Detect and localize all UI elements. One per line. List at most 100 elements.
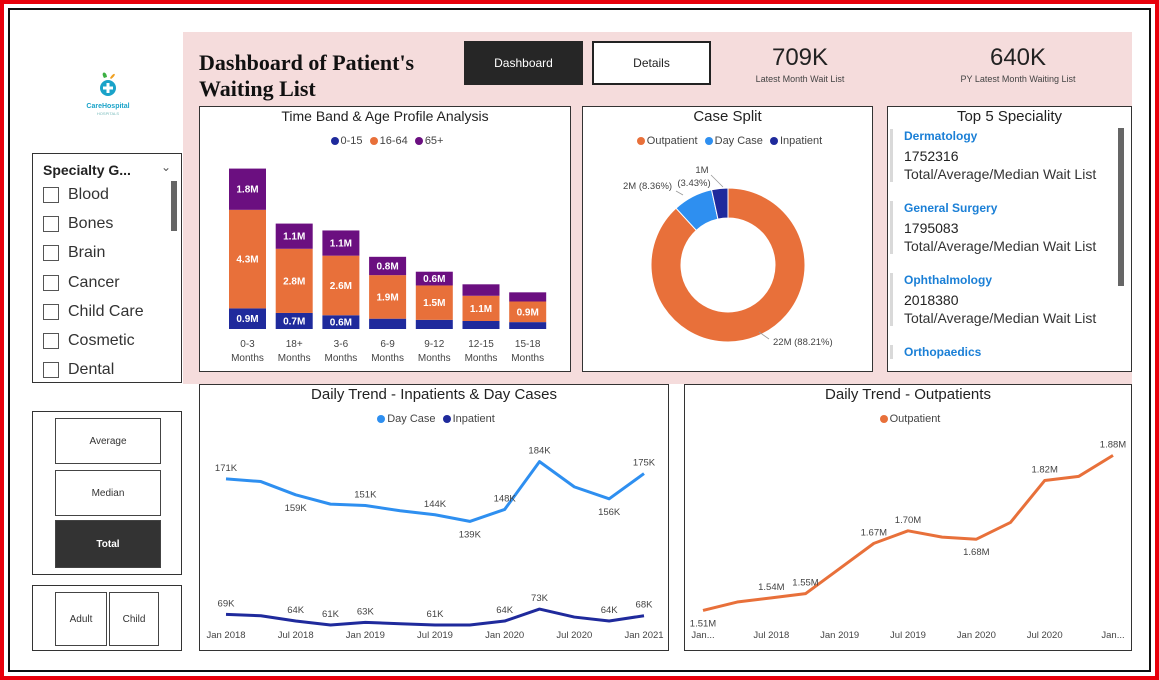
x-tick-label: Jul 2018 — [278, 630, 314, 641]
leader-line — [675, 190, 684, 196]
x-tick-label: 3-6 — [334, 339, 349, 350]
checkbox-icon[interactable] — [43, 216, 59, 232]
specialty-value: 1752316 — [904, 148, 959, 164]
x-tick-label: Months — [511, 353, 544, 364]
bar-data-label: 4.3M — [236, 255, 258, 266]
child-button[interactable]: Child — [109, 592, 159, 646]
point-data-label: 1.68M — [963, 547, 989, 558]
x-tick-label: Months — [278, 353, 311, 364]
slicer-item-label: Brain — [68, 244, 106, 261]
checkbox-icon[interactable] — [43, 187, 59, 203]
slicer-title: Specialty G... — [43, 162, 131, 178]
top5-list[interactable]: Dermatology 1752316 Total/Average/Median… — [888, 127, 1113, 367]
slicer-item-bones[interactable]: Bones — [43, 213, 113, 235]
point-data-label: 61K — [322, 609, 340, 620]
slicer-item-brain[interactable]: Brain — [43, 242, 105, 264]
average-button[interactable]: Average — [55, 418, 161, 464]
top5-scrollbar[interactable] — [1118, 128, 1124, 286]
point-data-label: 171K — [215, 463, 238, 474]
point-data-label: 1.88M — [1100, 439, 1126, 450]
point-data-label: 61K — [427, 609, 445, 620]
bar-segment[interactable] — [462, 320, 500, 329]
details-nav-button[interactable]: Details — [592, 41, 711, 85]
slicer-item-label: Cancer — [68, 274, 120, 291]
slicer-item-cosmetic[interactable]: Cosmetic — [43, 330, 135, 352]
bar-segment[interactable] — [369, 318, 407, 329]
x-tick-label: Jul 2019 — [417, 630, 453, 641]
daily-trend-ip-line-chart: 171K 159K 151K 144K 139K 148K 184K 156K 175K 69K 6… — [206, 446, 663, 641]
checkbox-icon[interactable] — [43, 245, 59, 261]
bar-data-label: 2.6M — [330, 281, 352, 292]
point-data-label: 63K — [357, 606, 375, 617]
bar-data-label: 1.1M — [470, 304, 492, 315]
point-data-label: 144K — [424, 499, 447, 510]
point-data-label: 1.51M — [690, 618, 716, 629]
checkbox-icon[interactable] — [43, 333, 59, 349]
chart-title: Top 5 Speciality — [956, 108, 1063, 125]
x-tick-label: Months — [325, 353, 358, 364]
specialty-name: Orthopaedics — [904, 345, 982, 359]
leader-line — [710, 174, 724, 188]
x-tick-label: Jul 2020 — [556, 630, 592, 641]
point-data-label: 175K — [633, 458, 656, 469]
bar-data-label: 0.6M — [330, 318, 352, 329]
bar-data-label: 0.8M — [376, 261, 398, 272]
daily-trend-op-line-chart: 1.51M 1.54M 1.55M 1.67M 1.70M 1.68M 1.82M 1.88M… — [690, 439, 1126, 641]
total-button[interactable]: Total — [55, 520, 161, 568]
slicer-item-label: Bones — [68, 215, 114, 232]
bar-segment[interactable] — [415, 319, 453, 329]
checkbox-icon[interactable] — [43, 304, 59, 320]
point-data-label: 156K — [598, 507, 621, 518]
slice-data-label: 2M (8.36%) — [623, 181, 672, 192]
bar-segment[interactable] — [509, 322, 547, 329]
list-item[interactable]: Ophthalmology 2018380 Total/Average/Medi… — [890, 273, 1110, 326]
slicer-item-cancer[interactable]: Cancer — [43, 272, 120, 294]
x-tick-label: 0-3 — [240, 339, 255, 350]
specialty-value: 2018380 — [904, 292, 959, 308]
specialty-label: Total/Average/Median Wait List — [904, 310, 1097, 326]
point-data-label: 68K — [636, 600, 654, 611]
point-data-label: 139K — [459, 529, 482, 540]
case-split-donut-chart: 22M (88.21%) 2M (8.36%) 1M (3.43%) — [623, 165, 833, 348]
kpi-latest-month: 709K Latest Month Wait List — [730, 44, 870, 84]
x-tick-label: Jan... — [1101, 630, 1124, 641]
bar-data-label: 0.7M — [283, 316, 305, 327]
time-band-panel: Time Band & Age Profile Analysis 0-15 16… — [199, 106, 571, 372]
slicer-item-child-care[interactable]: Child Care — [43, 301, 144, 323]
top5-panel: Top 5 Speciality Dermatology 1752316 Tot… — [887, 106, 1132, 372]
page-title: Dashboard of Patient's Waiting List — [199, 50, 415, 101]
point-data-label: 64K — [601, 605, 619, 616]
adult-button[interactable]: Adult — [55, 592, 107, 646]
point-data-label: 1.82M — [1031, 465, 1057, 476]
slicer-item-blood[interactable]: Blood — [43, 184, 109, 206]
slicer-scrollbar[interactable] — [171, 181, 177, 231]
specialty-slicer[interactable]: Specialty G... ⌄ Blood Bones Brain Cance… — [32, 153, 182, 383]
point-data-label: 64K — [287, 605, 305, 616]
checkbox-icon[interactable] — [43, 362, 59, 378]
bar-data-label: 1.1M — [283, 232, 305, 243]
bar-data-label: 1.9M — [376, 292, 398, 303]
x-tick-label: Jan... — [691, 630, 714, 641]
x-tick-label: Jan 2021 — [624, 630, 663, 641]
x-tick-label: Months — [465, 353, 498, 364]
x-tick-label: 18+ — [286, 339, 303, 350]
point-data-label: 69K — [218, 598, 236, 609]
list-item[interactable]: General Surgery 1795083 Total/Average/Me… — [890, 201, 1110, 254]
bar-segment[interactable] — [509, 292, 547, 302]
list-item[interactable]: Dermatology 1752316 Total/Average/Median… — [890, 129, 1110, 182]
specialty-value: 1795083 — [904, 220, 959, 236]
slicer-item-dental[interactable]: Dental — [43, 359, 114, 381]
bar-segment[interactable] — [462, 284, 500, 296]
x-tick-label: Months — [418, 353, 451, 364]
list-item[interactable]: Orthopaedics — [890, 345, 1110, 359]
chevron-down-icon[interactable]: ⌄ — [161, 160, 171, 174]
x-tick-label: 9-12 — [424, 339, 444, 350]
daily-trend-op-panel: Daily Trend - Outpatients Outpatient 1.5… — [684, 384, 1132, 651]
x-tick-label: Jan 2019 — [346, 630, 385, 641]
median-button[interactable]: Median — [55, 470, 161, 516]
point-data-label: 159K — [285, 503, 308, 514]
slicer-item-label: Dental — [68, 361, 115, 378]
dashboard-nav-button[interactable]: Dashboard — [464, 41, 583, 85]
x-tick-label: Jul 2020 — [1027, 630, 1063, 641]
checkbox-icon[interactable] — [43, 275, 59, 291]
